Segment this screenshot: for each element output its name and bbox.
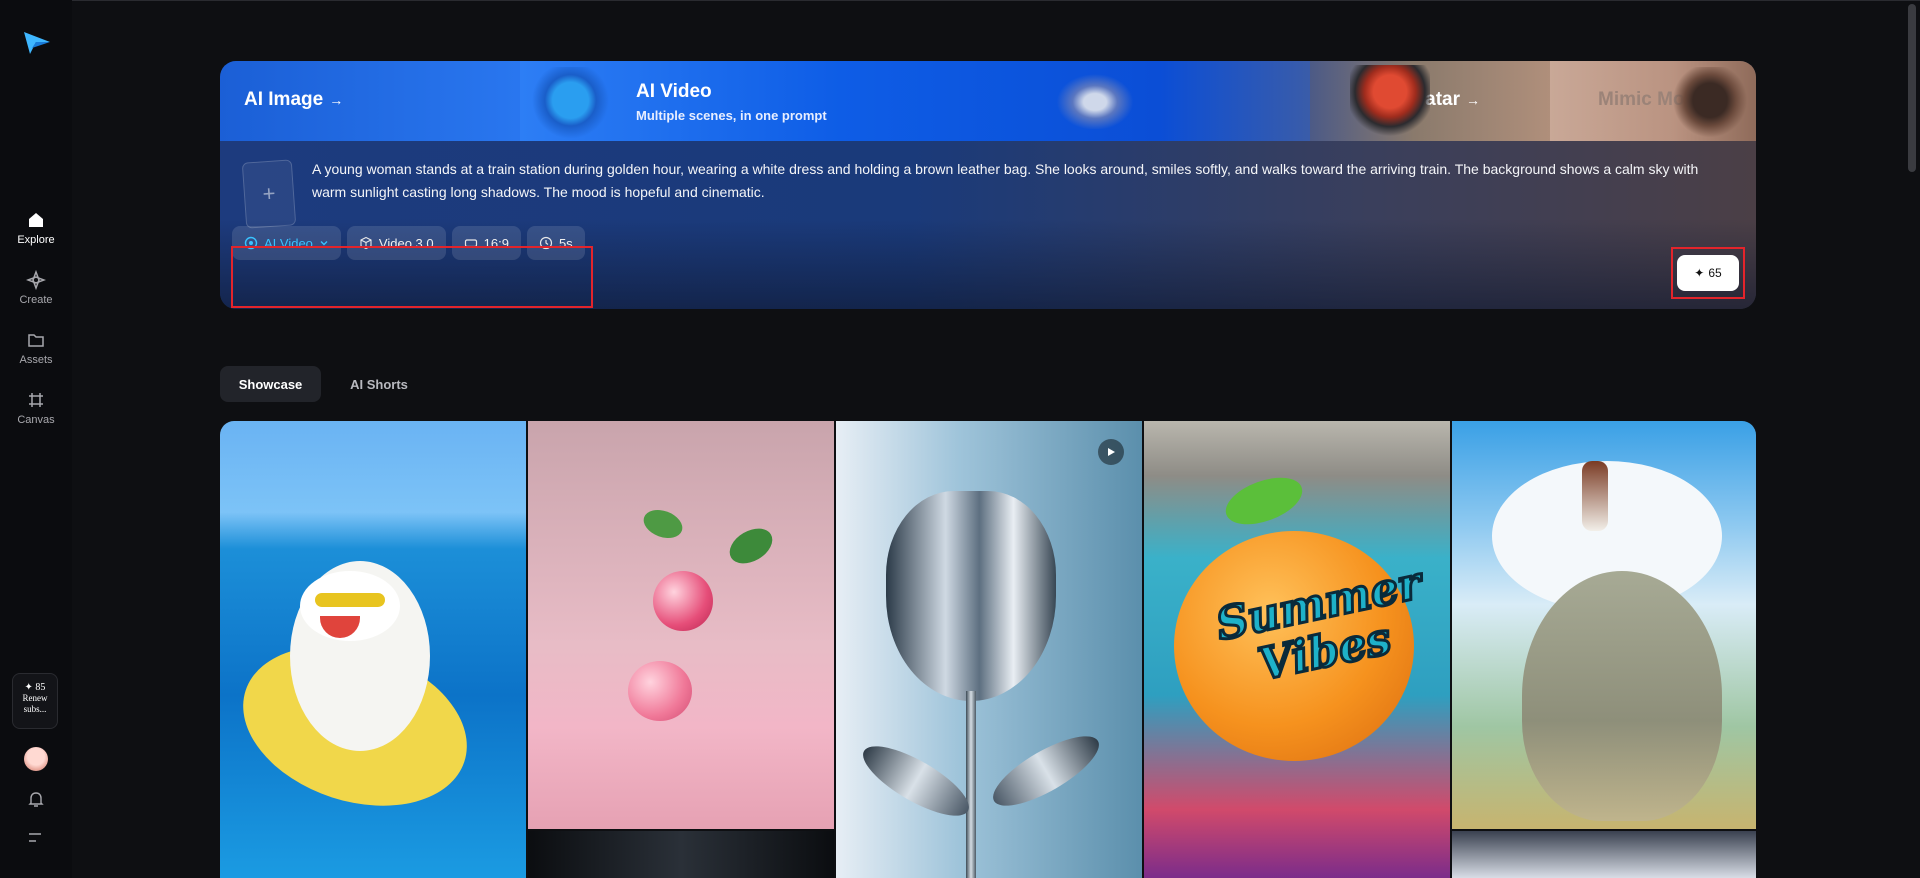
generate-button[interactable]: ✦ 65	[1677, 255, 1739, 291]
gallery-item-cat-pool[interactable]	[220, 421, 526, 878]
sparkle-diamond-icon	[26, 270, 46, 290]
sidebar-item-label: Create	[19, 294, 53, 306]
orange-leaf	[1219, 468, 1309, 534]
tulip-head	[886, 491, 1056, 701]
tab-ai-video[interactable]: AI Video Multiple scenes, in one prompt	[520, 61, 1320, 141]
tab-label: AI Video	[636, 81, 712, 102]
top-divider	[0, 0, 1920, 1]
ai-video-thumbnail	[530, 67, 620, 141]
tulip-leaf	[854, 733, 978, 829]
sidebar-item-label: Assets	[19, 354, 53, 366]
app-logo-icon[interactable]	[22, 28, 52, 56]
tab-ai-avatar[interactable]: AI Avatar→	[1310, 61, 1570, 141]
tulip-leaf	[984, 723, 1108, 819]
sidebar-item-label: Explore	[17, 234, 55, 246]
gallery-item-cloud-cat[interactable]	[1452, 421, 1756, 829]
tab-showcase[interactable]: Showcase	[220, 366, 321, 402]
bell-icon[interactable]	[26, 789, 46, 809]
canvas-frame-icon	[29, 393, 43, 407]
mode-tabs: AI Image → AI Video Multiple scenes, in o…	[220, 61, 1756, 141]
cherry-bottom	[628, 661, 692, 721]
plane-thumbnail	[1050, 69, 1140, 129]
credits-amount: ✦ 85	[24, 682, 46, 693]
renew-label: Renew subs...	[22, 693, 48, 714]
page-scrollbar[interactable]	[1908, 4, 1916, 172]
generate-cost: 65	[1708, 266, 1722, 280]
showcase-gallery: Summer Vibes	[220, 421, 1756, 878]
mimic-motion-thumbnail	[1670, 67, 1750, 141]
tab-ai-shorts[interactable]: AI Shorts	[334, 366, 424, 402]
gallery-item-spider-web[interactable]	[1452, 831, 1756, 878]
gallery-item-cherry-splash[interactable]	[528, 421, 834, 829]
avatar[interactable]	[24, 747, 48, 771]
sidebar-item-assets[interactable]: Assets	[0, 330, 72, 366]
gallery-item-chrome-tulip[interactable]	[836, 421, 1142, 878]
prompt-input[interactable]: A young woman stands at a train station …	[312, 158, 1732, 204]
cherry-top	[653, 571, 713, 631]
arrow-right-icon: →	[1466, 92, 1481, 108]
sidebar-item-label: Canvas	[17, 414, 55, 426]
sidebar-item-canvas[interactable]: Canvas	[0, 390, 72, 426]
ai-avatar-thumbnail	[1350, 65, 1430, 141]
home-icon	[29, 213, 43, 227]
cherry-leaf	[639, 504, 687, 544]
gallery-item-dark-light[interactable]	[528, 831, 834, 878]
sunglasses	[315, 593, 385, 607]
tulip-stem	[966, 691, 976, 878]
folder-icon	[28, 334, 44, 347]
girl-figure	[1582, 461, 1608, 531]
tab-subtitle: Multiple scenes, in one prompt	[636, 108, 827, 123]
credits-renew-box[interactable]: ✦ 85 Renew subs...	[12, 673, 58, 729]
tab-ai-image[interactable]: AI Image →	[220, 61, 540, 141]
sidebar-item-create[interactable]: Create	[0, 270, 72, 306]
play-icon[interactable]	[1098, 439, 1124, 465]
tab-label: AI Image →	[244, 89, 344, 110]
cherry-leaf	[723, 521, 779, 571]
image-upload-button[interactable]: +	[241, 159, 297, 229]
sidebar-item-explore[interactable]: Explore	[0, 210, 72, 246]
highlight-controls-box	[231, 246, 593, 308]
sparkle-icon: ✦	[1694, 266, 1705, 280]
cat-figure	[1522, 571, 1722, 821]
sidebar: Explore Create Assets Canvas ✦ 85 Renew …	[0, 0, 72, 878]
arrow-right-icon: →	[329, 92, 344, 108]
menu-icon[interactable]	[26, 829, 46, 847]
